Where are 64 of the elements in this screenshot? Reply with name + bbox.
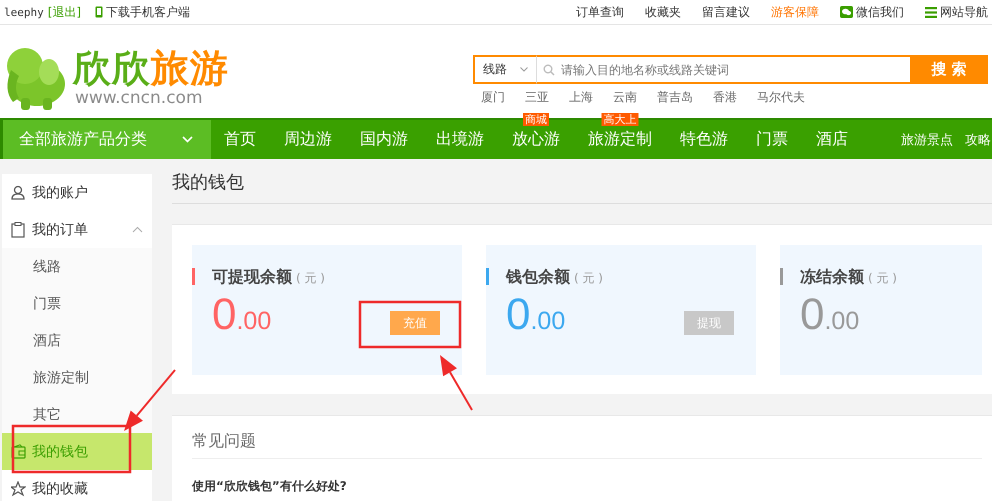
menu-icon <box>925 6 937 18</box>
top-link[interactable]: 订单查询 <box>576 4 624 20</box>
sidebar-item[interactable]: 门票 <box>2 285 152 322</box>
nav-link[interactable]: 首页 <box>224 129 256 148</box>
username: leephy <box>4 6 44 18</box>
nav-link[interactable]: 旅游景点 <box>901 130 953 148</box>
hot-word-link[interactable]: 香港 <box>713 89 737 106</box>
top-link[interactable]: 收藏夹 <box>645 4 681 20</box>
sidebar-item[interactable]: 我的收藏 <box>2 470 152 501</box>
person-icon <box>11 184 26 200</box>
balance-label: 冻结余额 <box>800 267 864 288</box>
category-dropdown[interactable]: 线路 <box>473 55 537 84</box>
search-icon <box>543 64 555 76</box>
faq-question[interactable]: 使用“欣欣钱包”有什么好处? <box>192 478 982 495</box>
balance-amount: 0.00 <box>212 290 272 340</box>
top-link[interactable]: 微信我们 <box>840 4 904 20</box>
nav-link[interactable]: 国内游 <box>360 129 408 148</box>
sidebar-item[interactable]: 线路 <box>2 248 152 285</box>
hot-word-link[interactable]: 普吉岛 <box>657 89 693 106</box>
logout-link[interactable]: [退出] <box>48 4 82 20</box>
nav-link[interactable]: 攻略 <box>965 130 991 148</box>
nav-link[interactable]: 周边游 <box>284 129 332 148</box>
nav-link[interactable]: 放心游 <box>512 129 560 148</box>
page-title: 我的钱包 <box>172 173 992 204</box>
balance-amount: 0.00 <box>800 290 860 340</box>
annotation-arrow <box>440 355 473 410</box>
balance-label: 钱包余额 <box>506 267 570 288</box>
balance-label: 可提现余额 <box>212 267 292 288</box>
unit-label: ( 元 ) <box>574 270 603 287</box>
chevron-down-icon <box>520 67 528 72</box>
nav-link[interactable]: 出境游 <box>436 129 484 148</box>
nav-badge: 商城 <box>523 113 549 126</box>
star-icon <box>11 480 26 496</box>
logo-title: 欣欣旅游 <box>73 46 229 90</box>
sidebar-item[interactable]: 酒店 <box>2 322 152 359</box>
annotation-arrow <box>124 369 176 431</box>
search-field[interactable]: 请输入目的地名称或线路关键词 <box>537 55 910 84</box>
chevron-down-icon <box>182 136 193 143</box>
top-link[interactable]: 留言建议 <box>702 4 750 20</box>
hot-word-link[interactable]: 厦门 <box>481 89 505 106</box>
sidebar-item[interactable]: 其它 <box>2 396 152 433</box>
clipboard-icon <box>11 222 26 238</box>
hot-word-link[interactable]: 云南 <box>613 89 637 106</box>
nav-link[interactable]: 旅游定制 <box>588 129 652 148</box>
unit-label: ( 元 ) <box>296 270 325 287</box>
sidebar-item[interactable]: 旅游定制 <box>2 359 152 396</box>
balance-amount: 0.00 <box>506 290 566 340</box>
nav-badge: 高大上 <box>602 113 638 126</box>
unit-label: ( 元 ) <box>868 270 897 287</box>
wallet-icon <box>11 444 26 460</box>
hot-word-link[interactable]: 三亚 <box>525 89 549 106</box>
faq-title: 常见问题 <box>192 426 982 459</box>
app-download-link[interactable]: 下载手机客户端 <box>106 4 190 20</box>
wechat-icon <box>840 6 853 18</box>
nav-link[interactable]: 酒店 <box>816 129 848 148</box>
sidebar-item[interactable]: 我的账户 <box>2 174 152 211</box>
nav-link[interactable]: 门票 <box>756 129 788 148</box>
sidebar-item[interactable]: 我的订单 <box>2 211 152 248</box>
logo-domain: www.cncn.com <box>75 90 204 106</box>
hot-word-link[interactable]: 马尔代夫 <box>757 89 805 106</box>
hot-word-link[interactable]: 上海 <box>569 89 593 106</box>
phone-icon <box>95 6 104 18</box>
nav-link[interactable]: 特色游 <box>680 129 728 148</box>
top-link[interactable]: 网站导航 <box>925 4 988 20</box>
